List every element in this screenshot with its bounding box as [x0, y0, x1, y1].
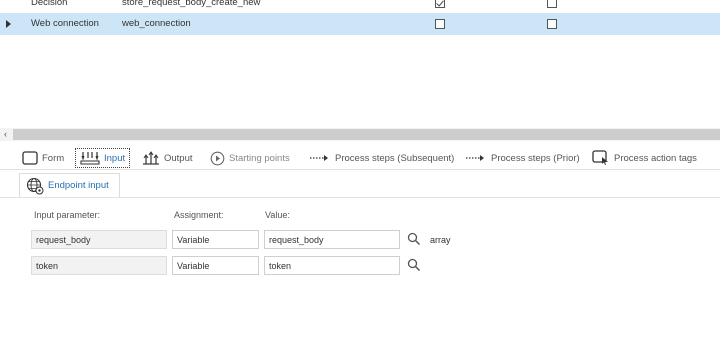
tab-form[interactable]: Form	[22, 148, 64, 168]
tab-label: Input	[104, 152, 126, 164]
subtab-divider	[0, 197, 720, 198]
dotted-arrow-icon	[310, 155, 328, 161]
tab-output[interactable]: Output	[142, 148, 193, 168]
row-checkbox-2[interactable]	[547, 0, 557, 8]
value-field[interactable]: request_body	[264, 230, 400, 249]
search-icon[interactable]	[407, 258, 421, 272]
tag-pointer-icon	[592, 150, 608, 165]
tab-process-steps-prior[interactable]: Process steps (Prior)	[465, 148, 580, 168]
value-field[interactable]: token	[264, 256, 400, 275]
detail-tabbar: Form Input Output Starting points Proces…	[0, 146, 720, 170]
search-icon[interactable]	[407, 232, 421, 246]
row-id: web_connection	[122, 18, 191, 29]
grid-row-decision[interactable]: Decision store_request_body_create_new	[0, 0, 720, 14]
assignment-field[interactable]: Variable	[172, 230, 259, 249]
output-icon	[143, 151, 159, 165]
scrollbar-thumb[interactable]	[13, 129, 720, 140]
row-checkbox-1[interactable]	[435, 0, 445, 8]
row-id: store_request_body_create_new	[122, 0, 261, 8]
row-name: Decision	[31, 0, 68, 8]
tab-label: Process action tags	[614, 152, 697, 164]
header-value: Value:	[265, 210, 290, 220]
tab-process-steps-subsequent[interactable]: Process steps (Subsequent)	[309, 148, 454, 168]
tab-endpoint-input[interactable]: Endpoint input	[19, 173, 120, 197]
row-checkbox-2[interactable]	[547, 19, 557, 29]
scroll-left-icon[interactable]: ‹	[4, 129, 7, 139]
globe-gear-icon	[26, 177, 44, 194]
row-checkbox-1[interactable]	[435, 19, 445, 29]
row-name: Web connection	[31, 18, 99, 29]
param-name-field: request_body	[31, 230, 167, 249]
tab-starting-points[interactable]: Starting points	[210, 148, 290, 168]
dotted-arrow-icon	[466, 155, 484, 161]
tab-input[interactable]: Input	[75, 148, 131, 168]
tab-label: Process steps (Subsequent)	[335, 152, 455, 164]
assignment-field[interactable]: Variable	[172, 256, 259, 275]
tab-label: Form	[42, 152, 65, 164]
tab-label: Starting points	[229, 152, 290, 164]
header-input-parameter: Input parameter:	[34, 210, 101, 220]
tab-label: Process steps (Prior)	[491, 152, 580, 164]
play-circle-icon	[210, 151, 225, 165]
form-icon	[22, 151, 38, 165]
input-icon	[80, 152, 100, 165]
grid-row-web-connection[interactable]: Web connection web_connection	[0, 13, 720, 35]
param-type: array	[430, 235, 451, 245]
param-name-field: token	[31, 256, 167, 275]
row-selected-arrow-icon	[6, 20, 11, 28]
horizontal-scrollbar[interactable]: ‹	[0, 128, 720, 141]
subtab-label: Endpoint input	[48, 180, 109, 191]
header-assignment: Assignment:	[174, 210, 224, 220]
tab-label: Output	[164, 152, 193, 164]
tab-process-action-tags[interactable]: Process action tags	[592, 148, 697, 168]
